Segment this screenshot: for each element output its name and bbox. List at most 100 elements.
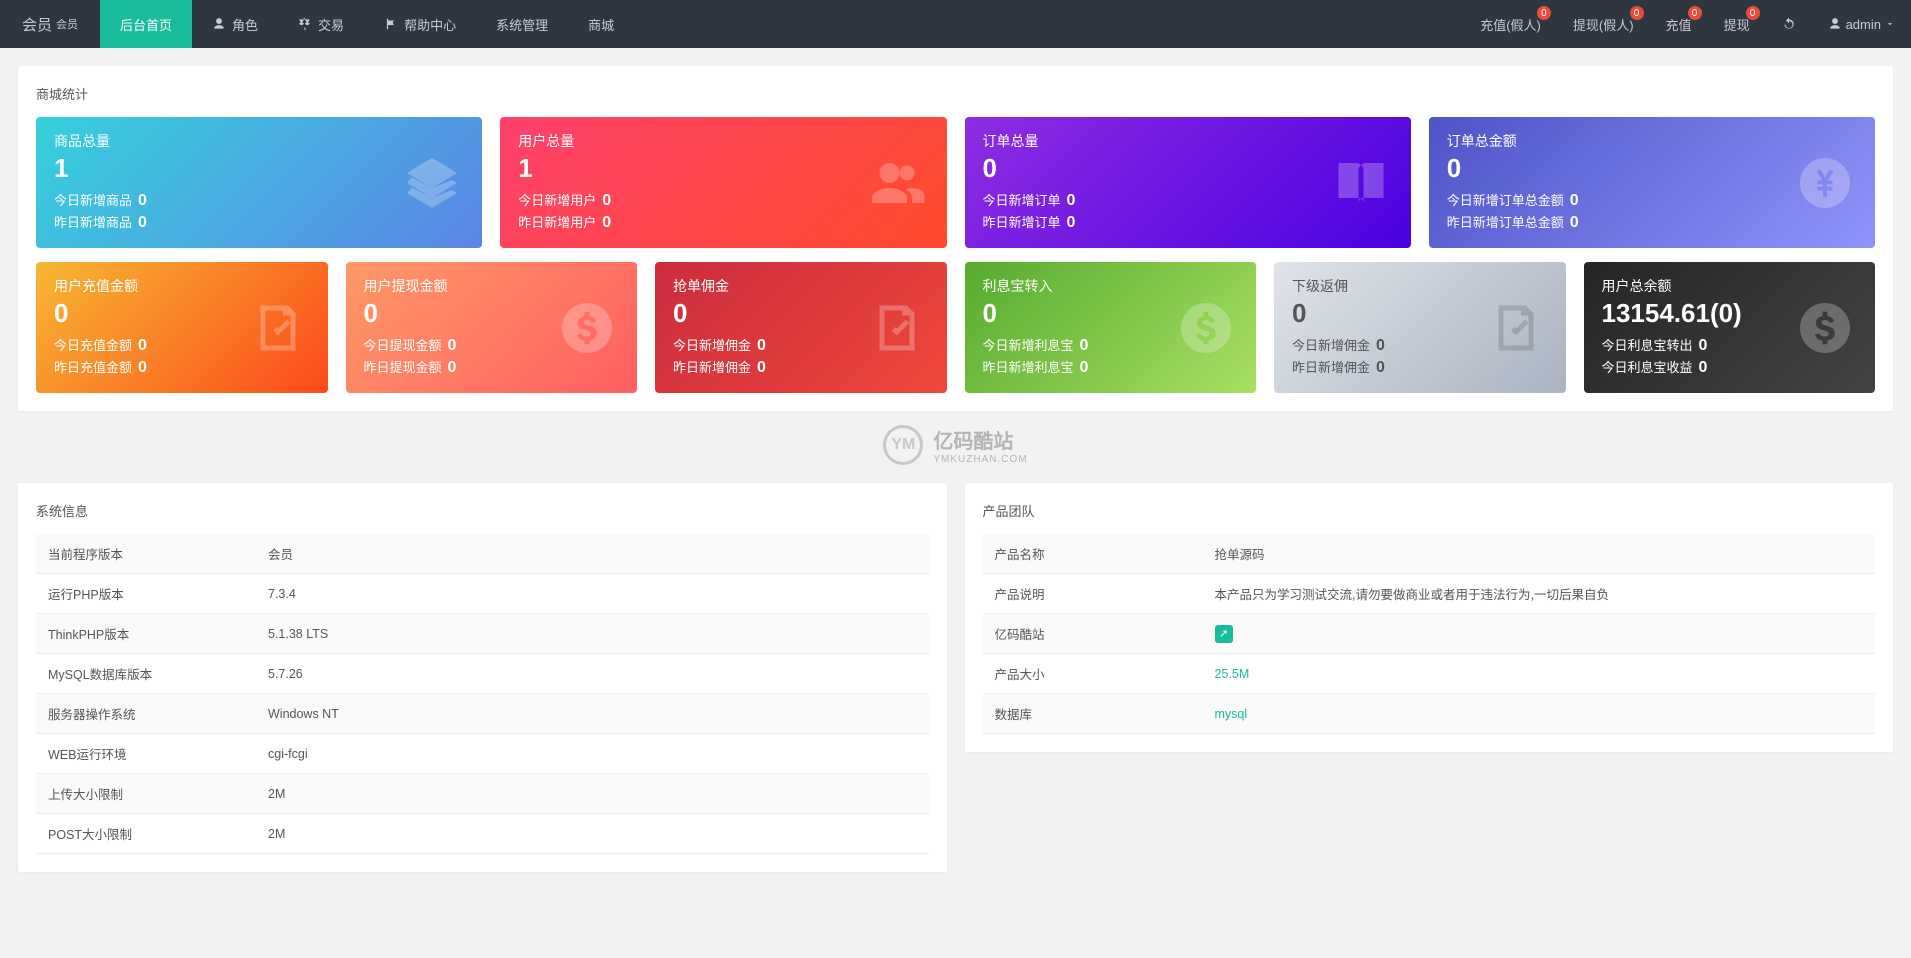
sysinfo-row: MySQL数据库版本5.7.26 <box>36 654 929 694</box>
card-title: 用户总量 <box>518 131 928 151</box>
dollar-icon <box>557 298 617 358</box>
user-icon <box>1828 17 1842 31</box>
card-title: 用户充值金额 <box>54 276 310 296</box>
book-icon <box>1331 153 1391 213</box>
dollar-icon <box>1176 298 1236 358</box>
card-line1-value: 0 <box>448 337 457 355</box>
nav-item-1[interactable]: 角色 <box>192 0 278 48</box>
nav-item-label: 商城 <box>588 15 614 34</box>
card-line1-label: 今日新增用户 <box>518 190 596 209</box>
refresh-icon <box>1782 17 1796 31</box>
card-line2-value: 0 <box>602 214 611 232</box>
cards-row-bottom: 用户充值金额0今日充值金额0昨日充值金额0用户提现金额0今日提现金额0昨日提现金… <box>36 262 1875 393</box>
rightnav-label: 提现 <box>1724 15 1750 34</box>
sysinfo-row: POST大小限制2M <box>36 814 929 854</box>
card-line1-value: 0 <box>1699 337 1708 355</box>
sysinfo-row: 运行PHP版本7.3.4 <box>36 574 929 614</box>
card-title: 用户提现金额 <box>364 276 620 296</box>
bottom-card-0[interactable]: 用户充值金额0今日充值金额0昨日充值金额0 <box>36 262 328 393</box>
team-title: 产品团队 <box>983 501 1876 520</box>
team-row: 产品说明本产品只为学习测试交流,请勿要做商业或者用于违法行为,一切后果自负 <box>983 574 1876 614</box>
top-card-0[interactable]: 商品总量1今日新增商品0昨日新增商品0 <box>36 117 482 248</box>
rightnav-item-0[interactable]: 充值(假人)0 <box>1464 0 1557 48</box>
bottom-card-5[interactable]: 用户总余额13154.61(0)今日利息宝转出0今日利息宝收益0 <box>1584 262 1876 393</box>
card-line1-label: 今日新增佣金 <box>1292 335 1370 354</box>
card-line2-label: 昨日新增订单 <box>983 212 1061 231</box>
card-line1-label: 今日提现金额 <box>364 335 442 354</box>
top-card-3[interactable]: 订单总金额0今日新增订单总金额0昨日新增订单总金额0 <box>1429 117 1875 248</box>
badge: 0 <box>1630 6 1644 20</box>
team-key: 产品说明 <box>983 574 1203 614</box>
stats-panel: 商城统计 商品总量1今日新增商品0昨日新增商品0用户总量1今日新增用户0昨日新增… <box>18 66 1893 411</box>
nav-item-2[interactable]: 交易 <box>278 0 364 48</box>
nav-right: 充值(假人)0提现(假人)0充值0提现0 <box>1464 0 1765 48</box>
rightnav-item-3[interactable]: 提现0 <box>1708 0 1766 48</box>
sysinfo-key: 服务器操作系统 <box>36 694 256 734</box>
rightnav-item-2[interactable]: 充值0 <box>1650 0 1708 48</box>
card-line2-label: 昨日提现金额 <box>364 357 442 376</box>
card-line2-label: 昨日充值金额 <box>54 357 132 376</box>
nav-item-3[interactable]: 帮助中心 <box>364 0 476 48</box>
bottom-card-2[interactable]: 抢单佣金0今日新增佣金0昨日新增佣金0 <box>655 262 947 393</box>
dollar-icon <box>1795 298 1855 358</box>
nav-item-0[interactable]: 后台首页 <box>100 0 192 48</box>
card-line2-value: 0 <box>1699 359 1708 377</box>
bottom-card-4[interactable]: 下级返佣0今日新增佣金0昨日新增佣金0 <box>1274 262 1566 393</box>
badge: 0 <box>1746 6 1760 20</box>
team-value[interactable]: mysql <box>1215 707 1248 721</box>
sysinfo-key: POST大小限制 <box>36 814 256 854</box>
team-row: 产品名称抢单源码 <box>983 534 1876 574</box>
note-icon <box>867 298 927 358</box>
chevron-down-icon <box>1885 17 1895 31</box>
bottom-card-3[interactable]: 利息宝转入0今日新增利息宝0昨日新增利息宝0 <box>965 262 1257 393</box>
card-line1-label: 今日新增订单 <box>983 190 1061 209</box>
bottom-card-1[interactable]: 用户提现金额0今日提现金额0昨日提现金额0 <box>346 262 638 393</box>
card-title: 用户总余额 <box>1602 276 1858 296</box>
card-line1-value: 0 <box>138 337 147 355</box>
card-title: 利息宝转入 <box>983 276 1239 296</box>
card-line2-label: 昨日新增用户 <box>518 212 596 231</box>
nav-item-4[interactable]: 系统管理 <box>476 0 568 48</box>
badge: 0 <box>1688 6 1702 20</box>
top-card-2[interactable]: 订单总量0今日新增订单0昨日新增订单0 <box>965 117 1411 248</box>
card-line1-value: 0 <box>602 192 611 210</box>
sysinfo-value: 7.3.4 <box>256 574 929 614</box>
card-line1-value: 0 <box>1376 337 1385 355</box>
sysinfo-key: ThinkPHP版本 <box>36 614 256 654</box>
user-name: admin <box>1846 17 1881 32</box>
card-line1-label: 今日新增利息宝 <box>983 335 1074 354</box>
team-value[interactable]: 25.5M <box>1215 667 1250 681</box>
card-title: 下级返佣 <box>1292 276 1548 296</box>
users-icon <box>867 153 927 213</box>
yen-icon <box>1795 153 1855 213</box>
top-card-1[interactable]: 用户总量1今日新增用户0昨日新增用户0 <box>500 117 946 248</box>
user-icon <box>212 17 226 31</box>
card-title: 抢单佣金 <box>673 276 929 296</box>
card-line2-label: 昨日新增订单总金额 <box>1447 212 1564 231</box>
card-line2-value: 0 <box>1067 214 1076 232</box>
card-line1-value: 0 <box>757 337 766 355</box>
sysinfo-value: cgi-fcgi <box>256 734 929 774</box>
refresh-button[interactable] <box>1766 0 1812 48</box>
sysinfo-value: 2M <box>256 814 929 854</box>
nav-item-label: 交易 <box>318 15 344 34</box>
flag-icon <box>384 17 398 31</box>
link-icon[interactable]: ↗ <box>1215 625 1233 643</box>
sysinfo-value: 5.7.26 <box>256 654 929 694</box>
sysinfo-key: 上传大小限制 <box>36 774 256 814</box>
nav-item-label: 后台首页 <box>120 15 172 34</box>
brand: 会员 会员 <box>0 14 100 35</box>
nav-item-5[interactable]: 商城 <box>568 0 634 48</box>
card-title: 订单总量 <box>983 131 1393 151</box>
sysinfo-value: 5.1.38 LTS <box>256 614 929 654</box>
note-icon <box>1486 298 1546 358</box>
sysinfo-row: WEB运行环境cgi-fcgi <box>36 734 929 774</box>
rightnav-item-1[interactable]: 提现(假人)0 <box>1557 0 1650 48</box>
nav-item-label: 系统管理 <box>496 15 548 34</box>
team-row: 产品大小25.5M <box>983 654 1876 694</box>
card-line1-value: 0 <box>1080 337 1089 355</box>
team-panel: 产品团队 产品名称抢单源码产品说明本产品只为学习测试交流,请勿要做商业或者用于违… <box>965 483 1894 752</box>
sysinfo-title: 系统信息 <box>36 501 929 520</box>
sysinfo-row: 服务器操作系统Windows NT <box>36 694 929 734</box>
user-menu[interactable]: admin <box>1812 0 1911 48</box>
